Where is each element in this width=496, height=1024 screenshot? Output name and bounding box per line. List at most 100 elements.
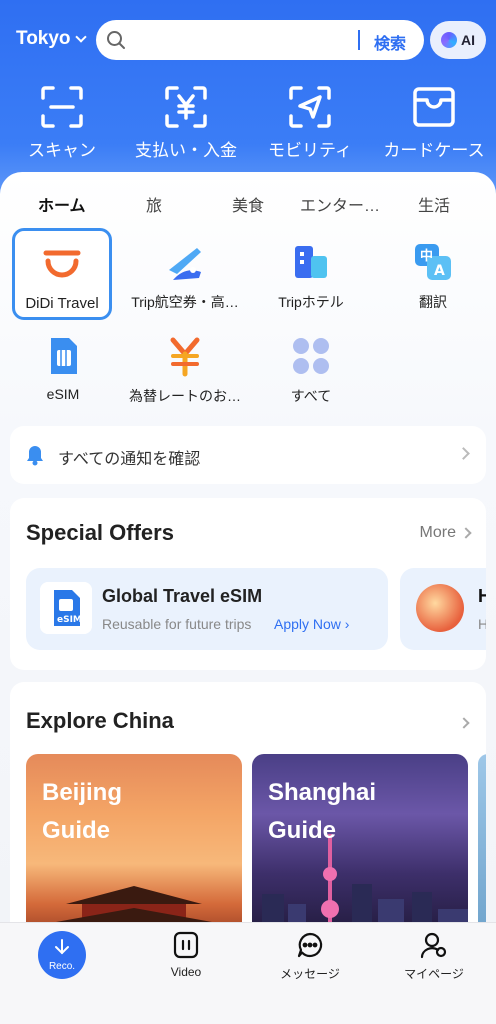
didi-icon — [43, 250, 81, 278]
service-trip-hotel[interactable]: Tripホテル — [252, 240, 370, 312]
main-panel: ホーム 旅 美食 エンター… 生活 DiDi Travel Trip航空券・高…… — [0, 172, 496, 942]
nav-my-page[interactable]: マイページ — [384, 931, 484, 982]
svg-text:中: 中 — [420, 248, 433, 264]
service-didi-travel[interactable]: DiDi Travel — [12, 228, 112, 320]
apply-now-link[interactable]: Apply Now › — [274, 616, 349, 632]
guide-title-line1: Beijing — [42, 779, 123, 806]
mascot-icon — [416, 584, 464, 632]
nav-label: Video — [170, 965, 202, 979]
offer-card-esim[interactable]: eSIM Global Travel eSIM Reusable for fut… — [26, 568, 388, 650]
quick-action-card-case[interactable]: カードケース — [372, 84, 496, 161]
yen-payment-icon — [165, 86, 207, 128]
ai-label: AI — [461, 32, 475, 48]
quick-actions: スキャン 支払い・入金 モビリティ カードケース — [0, 84, 496, 164]
guide-card-partial[interactable] — [478, 754, 486, 942]
explore-more-button[interactable] — [458, 714, 470, 732]
chat-bubble-icon — [297, 932, 323, 958]
chevron-down-icon — [74, 30, 87, 43]
esim-icon — [51, 338, 77, 374]
hotel-icon — [295, 246, 327, 278]
offer-card-partial[interactable]: H H — [400, 568, 486, 650]
city-label: Tokyo — [16, 28, 71, 49]
ai-icon — [441, 32, 457, 48]
exchange-rate-icon — [170, 337, 200, 377]
scan-icon — [41, 86, 83, 128]
search-button[interactable]: 検索 — [374, 30, 406, 54]
category-tabs: ホーム 旅 美食 エンター… 生活 — [0, 192, 496, 236]
section-title: Special Offers — [26, 520, 174, 545]
search-divider — [358, 30, 360, 50]
nav-label: マイページ — [404, 967, 464, 981]
quick-action-payment[interactable]: 支払い・入金 — [124, 84, 248, 161]
wallet-icon — [413, 87, 455, 127]
tab-food[interactable]: 美食 — [232, 192, 264, 216]
bell-icon — [27, 446, 43, 466]
service-esim[interactable]: eSIM — [4, 334, 122, 402]
bottom-navigation: Reco. Video メッセージ マイページ — [0, 922, 496, 1024]
quick-action-label: カードケース — [383, 141, 485, 160]
guide-card-shanghai[interactable]: Shanghai Guide — [252, 754, 468, 942]
offer-title: H — [478, 586, 486, 606]
tab-entertainment[interactable]: エンター… — [300, 192, 380, 216]
quick-action-label: モビリティ — [268, 141, 352, 160]
service-label: すべて — [290, 388, 332, 404]
service-label: Tripホテル — [278, 294, 344, 310]
tab-life[interactable]: 生活 — [418, 192, 450, 216]
explore-china-section: Explore China Beijing Guide Shanghai Gui… — [10, 682, 486, 942]
esim-offer-icon: eSIM — [40, 582, 92, 634]
offer-title: Global Travel eSIM — [102, 586, 263, 606]
service-exchange-rate[interactable]: 為替レートのお… — [126, 334, 244, 406]
service-label: 為替レートのお… — [129, 388, 241, 404]
chevron-right-icon — [458, 717, 470, 729]
offer-subtitle: Reusable for future trips — [102, 616, 252, 632]
arrow-down-icon — [55, 939, 69, 955]
quick-action-scan[interactable]: スキャン — [0, 84, 124, 161]
service-label: eSIM — [46, 386, 80, 402]
nav-label: メッセージ — [280, 967, 340, 981]
guide-card-beijing[interactable]: Beijing Guide — [26, 754, 242, 942]
more-link[interactable]: More — [419, 524, 472, 542]
offer-subtitle: H — [478, 616, 486, 632]
nav-messages[interactable]: メッセージ — [260, 931, 360, 982]
quick-action-label: スキャン — [28, 141, 96, 160]
service-label: Trip航空券・高… — [131, 294, 239, 310]
service-all[interactable]: すべて — [252, 334, 370, 406]
apply-now-label: Apply Now — [274, 616, 341, 632]
nav-label: Reco. — [48, 961, 76, 972]
navigation-icon — [289, 86, 331, 128]
user-profile-icon — [420, 932, 447, 959]
all-apps-icon — [293, 338, 329, 374]
service-translate[interactable]: 中 A 翻訳 — [374, 240, 492, 312]
guide-title-line2: Guide — [268, 817, 337, 844]
city-selector[interactable]: Tokyo — [16, 28, 87, 50]
search-icon — [107, 31, 125, 49]
notification-banner[interactable]: すべての通知を確認 — [10, 426, 486, 484]
svg-text:eSIM: eSIM — [57, 615, 82, 625]
search-bar[interactable]: 検索 — [96, 20, 432, 60]
top-bar: Tokyo 検索 AI — [0, 20, 496, 60]
notification-text: すべての通知を確認 — [58, 451, 201, 468]
svg-text:A: A — [434, 263, 445, 279]
service-label: DiDi Travel — [25, 295, 99, 312]
tab-home[interactable]: ホーム — [38, 192, 86, 216]
chevron-right-icon — [460, 527, 472, 539]
guide-title-line1: Shanghai — [268, 779, 377, 806]
tab-travel[interactable]: 旅 — [146, 192, 162, 216]
service-trip-flights[interactable]: Trip航空券・高… — [126, 240, 244, 312]
nav-reco[interactable]: Reco. — [38, 931, 86, 979]
flight-icon — [169, 248, 201, 280]
video-icon — [173, 931, 199, 959]
nav-video[interactable]: Video — [136, 931, 236, 979]
more-label: More — [419, 524, 456, 541]
guide-title: Shanghai Guide — [268, 774, 376, 850]
ai-assistant-button[interactable]: AI — [430, 21, 486, 59]
guide-title-line2: Guide — [42, 817, 111, 844]
special-offers-section: Special Offers More eSIM Global Travel e… — [10, 498, 486, 670]
quick-action-label: 支払い・入金 — [135, 141, 237, 160]
service-label: 翻訳 — [419, 294, 447, 310]
guide-title: Beijing Guide — [42, 774, 122, 850]
quick-action-mobility[interactable]: モビリティ — [248, 84, 372, 161]
chevron-right-icon — [457, 447, 470, 460]
translate-icon: 中 A — [415, 244, 451, 280]
section-title: Explore China — [26, 708, 174, 733]
